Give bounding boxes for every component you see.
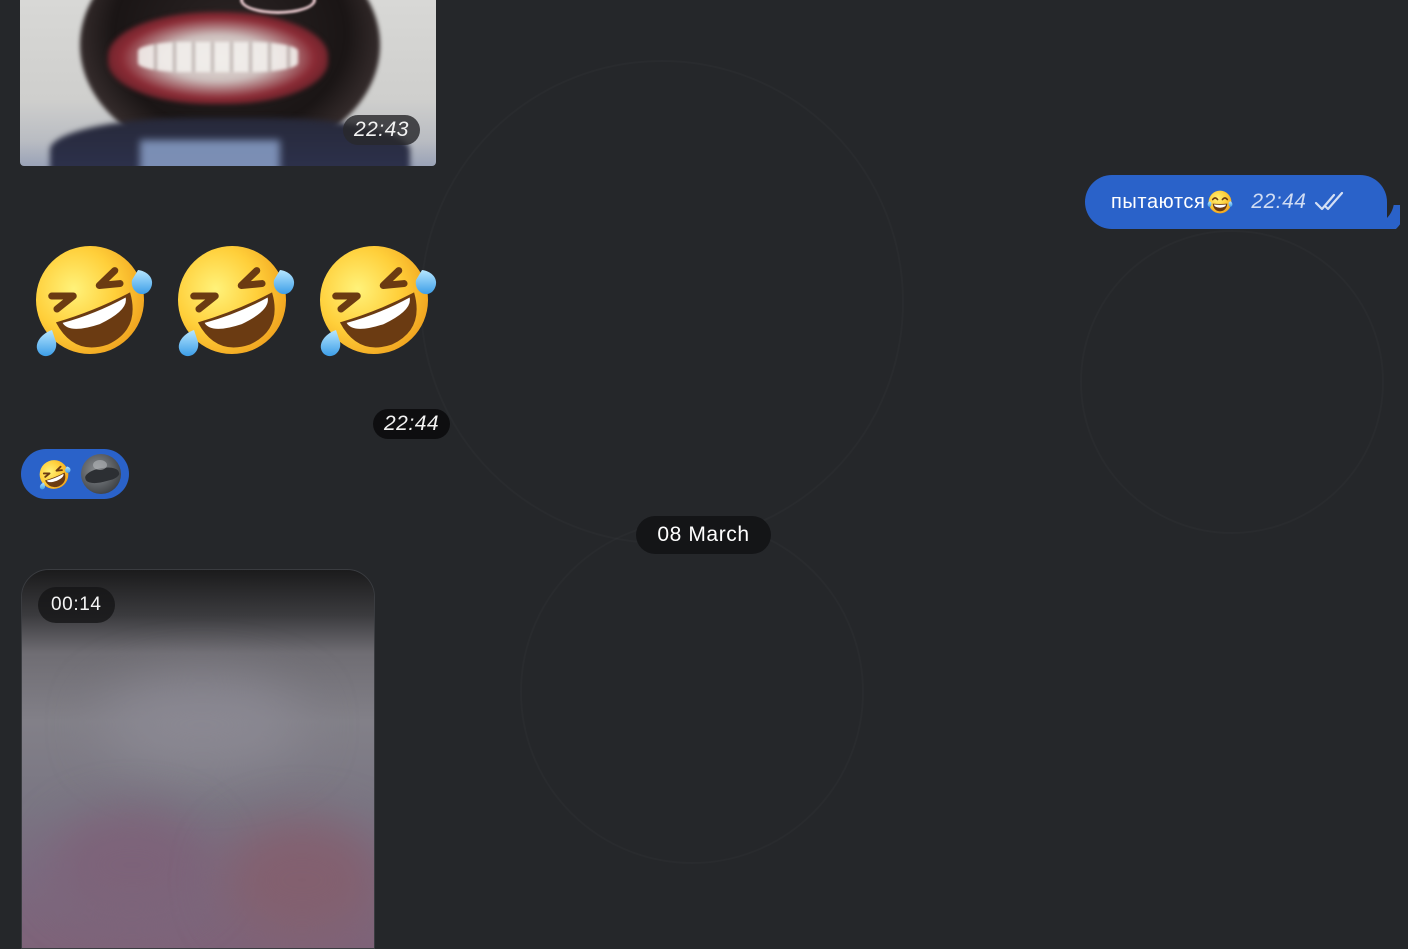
photo-timestamp: 22:43 — [342, 115, 420, 145]
face-with-tears-of-joy-icon — [1207, 189, 1233, 215]
rolling-on-the-floor-laughing-icon — [168, 238, 296, 362]
video-duration-badge: 00:14 — [38, 587, 115, 623]
video-message[interactable]: 00:14 — [21, 569, 375, 949]
message-text: пытаются — [1111, 190, 1206, 213]
rolling-on-the-floor-laughing-icon — [26, 238, 154, 362]
incoming-photo-message[interactable]: 22:43 — [20, 0, 436, 166]
date-separator: 08 March — [636, 516, 771, 554]
double-check-icon — [1315, 191, 1344, 211]
video-thumbnail — [22, 570, 374, 948]
rolling-on-the-floor-laughing-icon — [310, 238, 438, 362]
outgoing-text-message[interactable]: пытаются 22:44 — [1085, 175, 1387, 229]
emoji-message-timestamp: 22:44 — [373, 409, 451, 439]
rolling-on-the-floor-laughing-icon — [37, 458, 71, 491]
message-timestamp: 22:44 — [1251, 190, 1307, 213]
reaction-chip[interactable] — [21, 449, 129, 499]
emoji-message[interactable] — [26, 238, 446, 362]
reactor-avatar — [81, 454, 121, 494]
